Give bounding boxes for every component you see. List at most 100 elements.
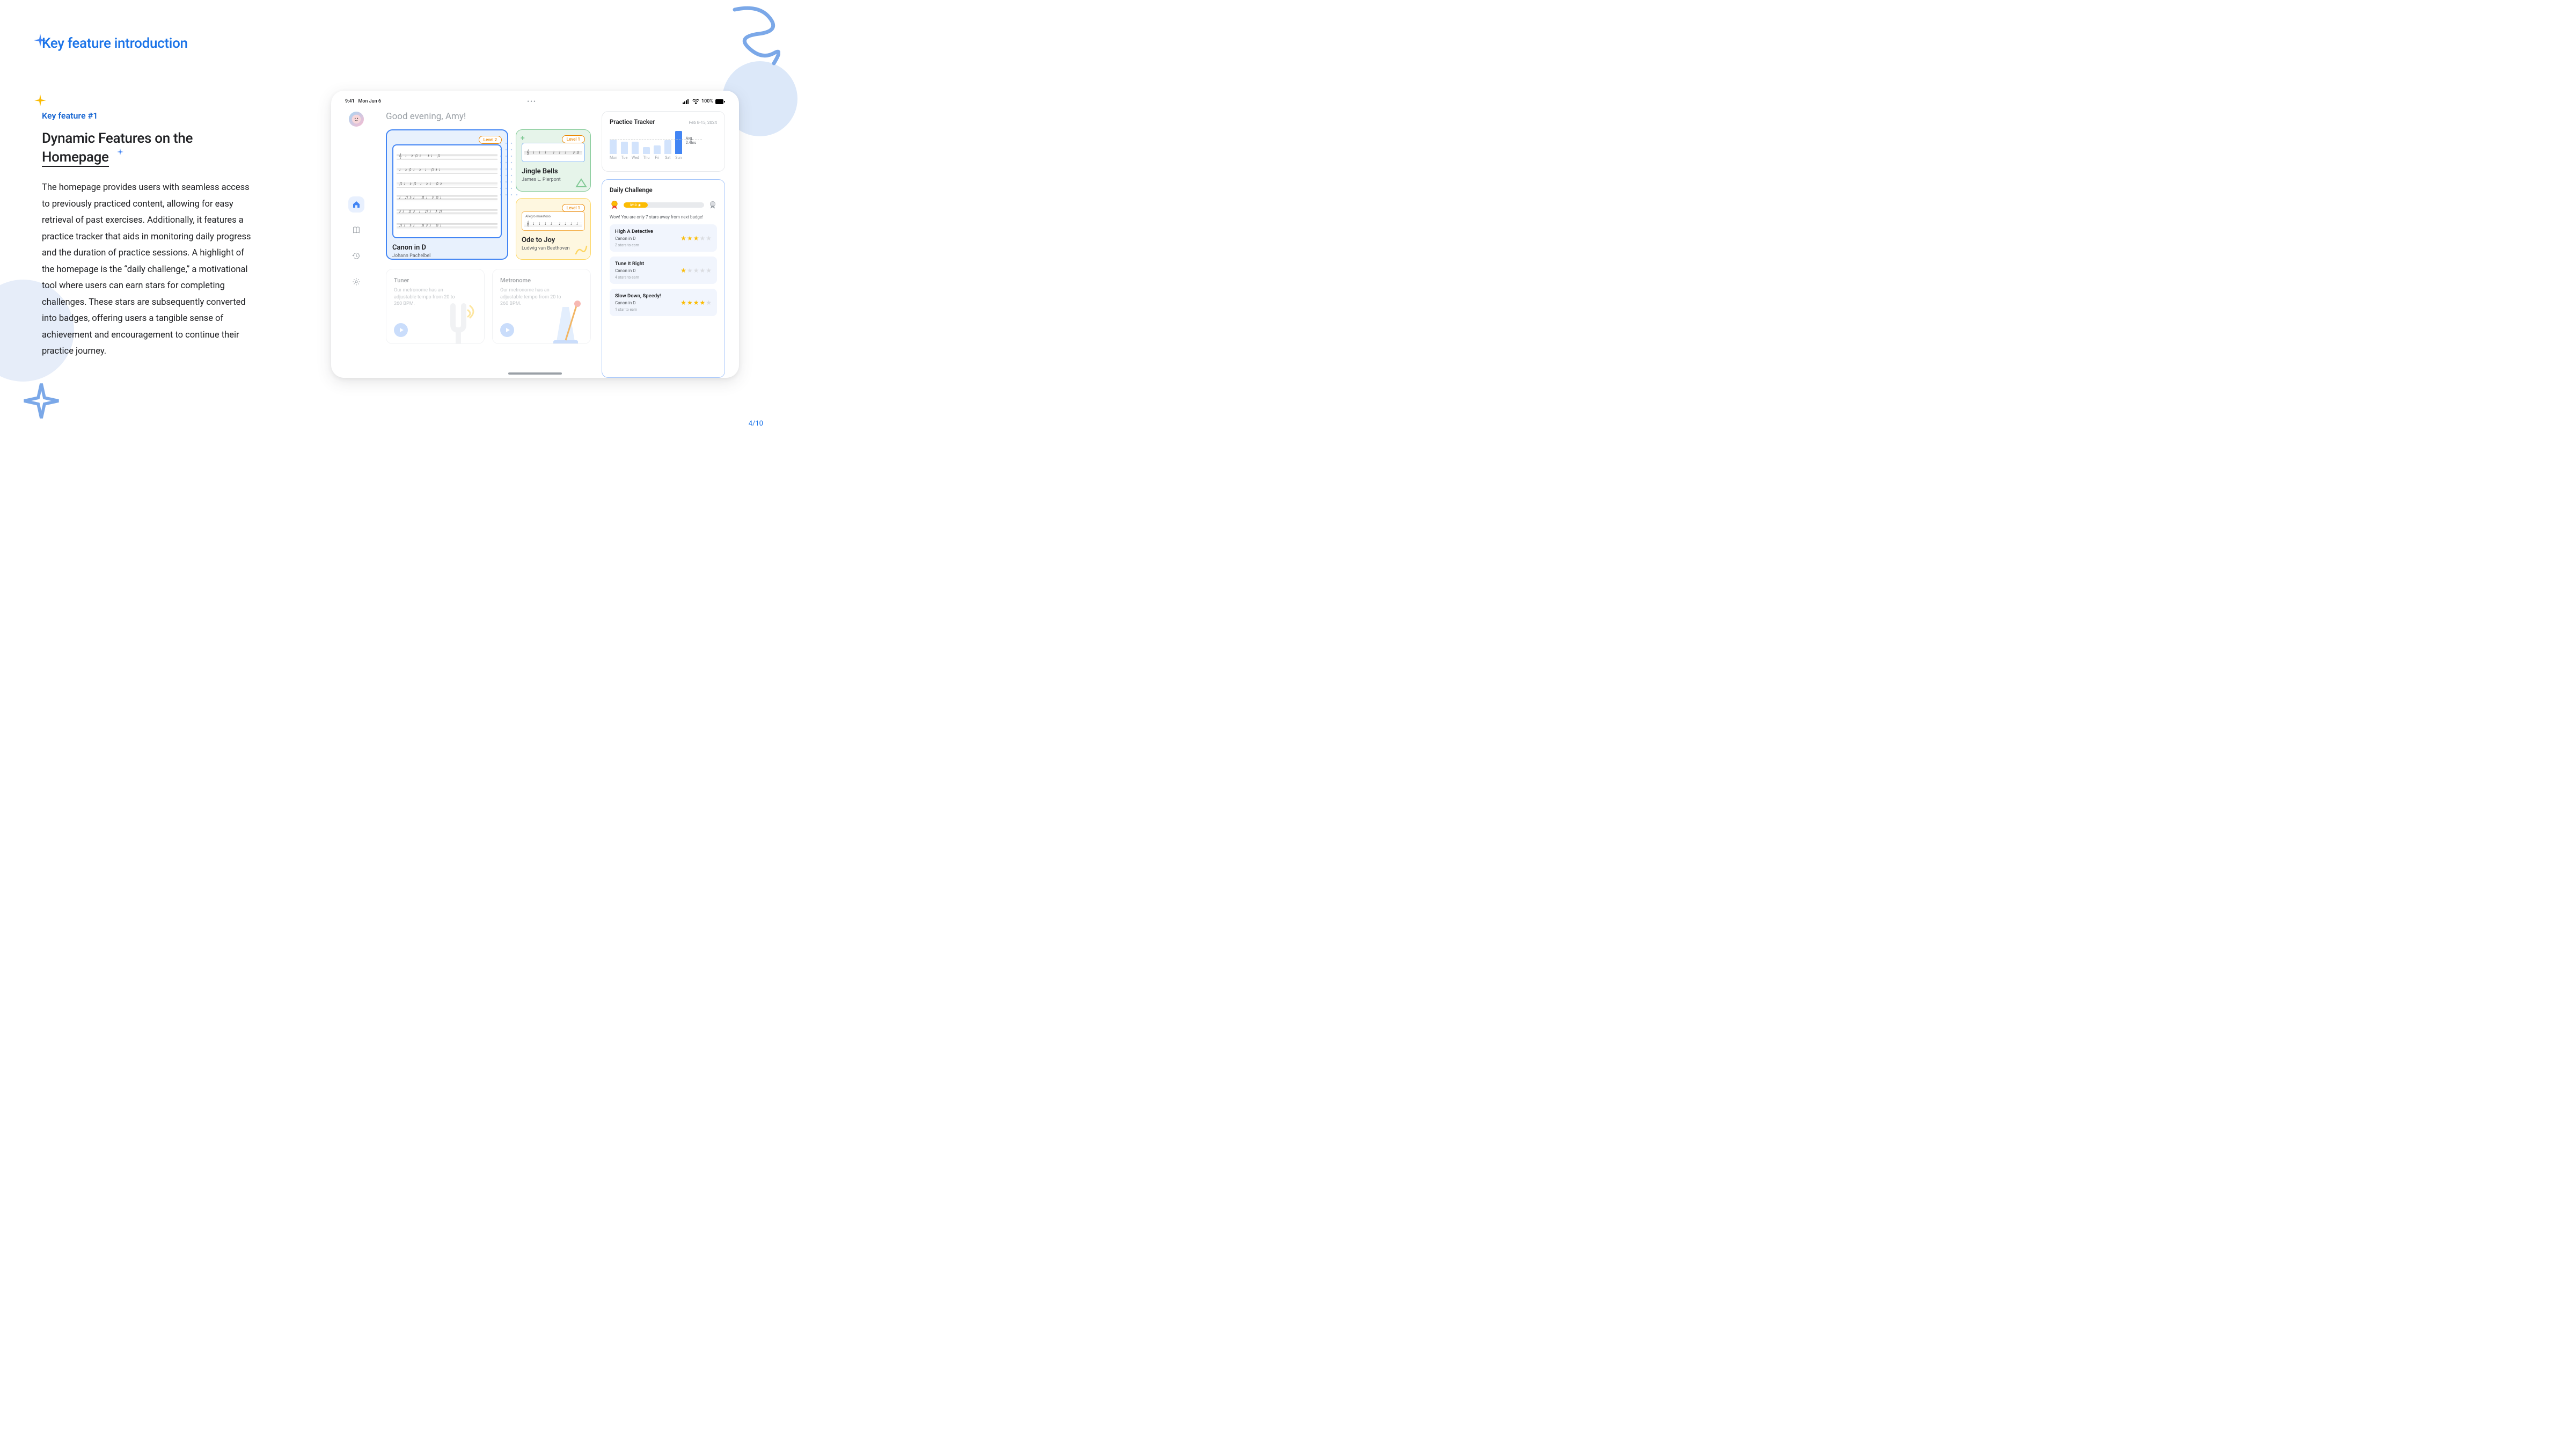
song-composer: Ludwig van Beethoven: [522, 246, 585, 251]
song-composer: James L. Pierpont: [522, 177, 585, 182]
star-icon: ★: [699, 235, 705, 242]
practice-tracker-card[interactable]: Practice Tracker Feb 8-15, 2024 Mon Tue We…: [602, 111, 725, 172]
tuning-fork-icon: [437, 301, 480, 344]
chart-bar: Mon: [610, 140, 617, 160]
star-icon: ★: [687, 235, 693, 242]
challenge-task[interactable]: Tune It RightCanon in D4 stars to earn★★…: [610, 257, 717, 284]
level-badge: Level 1: [562, 135, 585, 143]
chart-bar: Thu: [643, 147, 650, 160]
tool-tuner[interactable]: Tuner Our metronome has an adjustable te…: [386, 269, 485, 344]
tablet-mockup: 9:41 Mon Jun 6 ••• 100%: [331, 91, 739, 378]
sheet-music-preview: 𝄞 ♩♪♫♩ ♪♩♫ ♩♪♫♩♪ ♩♫♪♩ ♫♩♪♫ ♩♪♩♫♪ ♩♫♪♩ ♫♩…: [392, 144, 502, 238]
star-icon: ★: [693, 235, 699, 242]
task-name: Slow Down, Speedy!: [615, 293, 661, 299]
feature-number: Key feature #1: [42, 111, 267, 121]
nav-settings[interactable]: [348, 274, 364, 290]
status-time: 9:41: [345, 99, 355, 104]
task-earn: 1 star to earn: [615, 308, 661, 312]
gear-icon: [352, 277, 361, 286]
challenge-task[interactable]: Slow Down, Speedy! Canon in D 1 star to ea…: [610, 289, 717, 316]
avatar-face-icon: [352, 114, 361, 124]
star-rating: ★★★★★: [680, 267, 712, 274]
chart-bar: Sat: [664, 140, 671, 160]
status-bar: 9:41 Mon Jun 6 ••• 100%: [343, 97, 727, 106]
star-icon: ★: [693, 299, 699, 306]
sparkle-icon: [23, 382, 60, 420]
sheet-music-preview: Allegro maestoso 𝄞 ♩♩♩♩ ♩♩♩♩: [522, 211, 585, 231]
star-icon: ★: [706, 299, 712, 306]
chart-bar: Fri: [654, 145, 661, 160]
chart-bar: Wed: [632, 142, 639, 160]
status-battery: 100%: [701, 99, 713, 104]
task-song: Canon in D: [615, 236, 653, 241]
squiggle-icon: [732, 4, 780, 74]
slide-title: Key feature introduction: [42, 35, 267, 52]
home-indicator: [508, 372, 562, 375]
star-icon: ★: [680, 235, 686, 242]
star-icon: ★: [680, 267, 686, 274]
task-earn: 2 stars to earn: [615, 243, 653, 247]
song-composer: Johann Pachelbel: [392, 253, 502, 259]
badge-silver-icon: [708, 201, 717, 209]
sheet-music-preview: 𝄞 ♩♩♩ ♩♩♩ ♪♫: [522, 143, 585, 162]
song-card-jingle-bells[interactable]: + Level 1 𝄞 ♩♩♩ ♩♩♩ ♪♫ Jingle Bells Jame…: [516, 129, 591, 192]
star-icon: ★: [706, 235, 712, 242]
wifi-icon: [692, 99, 699, 104]
history-icon: [352, 252, 361, 260]
book-icon: [352, 226, 361, 235]
avatar[interactable]: [349, 112, 364, 127]
practice-chart: Mon Tue Wed Thu FriSat Sun Avg.2.4hrs: [610, 130, 717, 160]
tool-metronome[interactable]: Metronome Our metronome has an adjustabl…: [492, 269, 591, 344]
song-title: Ode to Joy: [522, 236, 585, 244]
star-rating: ★★★★★: [680, 235, 712, 242]
battery-icon: [715, 99, 725, 104]
encourage-text: Wow! You are only 7 stars away from next…: [610, 215, 717, 219]
challenge-title: Daily Challenge: [610, 186, 717, 194]
star-icon: ★: [680, 299, 686, 306]
tempo-label: Allegro maestoso: [524, 215, 582, 219]
challenge-task[interactable]: High A DetectiveCanon in D 2 stars to ear…: [610, 224, 717, 252]
metronome-icon: [540, 296, 588, 344]
task-earn: 4 stars to earn: [615, 275, 644, 280]
nav-home[interactable]: [348, 196, 364, 213]
star-icon: ★: [687, 299, 693, 306]
nav-history[interactable]: [348, 248, 364, 264]
play-button[interactable]: [500, 323, 514, 337]
level-badge: Level 2: [479, 136, 502, 144]
drag-handle-icon: •••: [527, 98, 537, 105]
feature-title: Dynamic Features on the Homepage: [42, 129, 267, 167]
tracker-date-range: Feb 8-15, 2024: [689, 120, 717, 125]
home-icon: [352, 200, 361, 209]
plus-doodle-icon: +: [521, 134, 525, 143]
nav-library[interactable]: [348, 222, 364, 238]
tool-title: Metronome: [500, 277, 583, 284]
progress-bar: 3/10: [624, 202, 704, 208]
play-button[interactable]: [394, 323, 408, 337]
signal-icon: [683, 99, 690, 104]
song-card-ode-to-joy[interactable]: Level 1 Allegro maestoso 𝄞 ♩♩♩♩ ♩♩♩♩ Ode…: [516, 198, 591, 260]
star-icon: ★: [687, 267, 693, 274]
star-icon: ★: [706, 267, 712, 274]
greeting: Good evening, Amy!: [386, 111, 591, 122]
task-song: Canon in D: [615, 268, 644, 273]
sidebar: [343, 106, 370, 378]
status-date: Mon Jun 6: [358, 99, 381, 104]
avg-label: Avg.2.4hrs: [686, 136, 697, 145]
star-icon: ★: [699, 299, 705, 306]
star-icon: [638, 203, 641, 207]
task-song: Canon in D: [615, 301, 661, 305]
tool-title: Tuner: [394, 277, 477, 284]
play-icon: [505, 327, 510, 333]
chart-bar: Sun: [675, 131, 682, 160]
body-text: The homepage provides users with seamles…: [42, 180, 257, 360]
song-title: Jingle Bells: [522, 167, 585, 175]
song-title: Canon in D: [392, 244, 502, 252]
badge-gold-icon: [610, 200, 619, 210]
tracker-title: Practice Tracker: [610, 118, 655, 126]
daily-challenge-card: Daily Challenge 3/10 Wow! You are only 7…: [602, 179, 725, 378]
featured-song-card[interactable]: Level 2: [386, 129, 508, 260]
chart-bar: Tue: [621, 142, 628, 160]
task-name: High A Detective: [615, 229, 653, 235]
level-badge: Level 1: [562, 204, 585, 212]
page-number: 4/10: [749, 420, 763, 428]
